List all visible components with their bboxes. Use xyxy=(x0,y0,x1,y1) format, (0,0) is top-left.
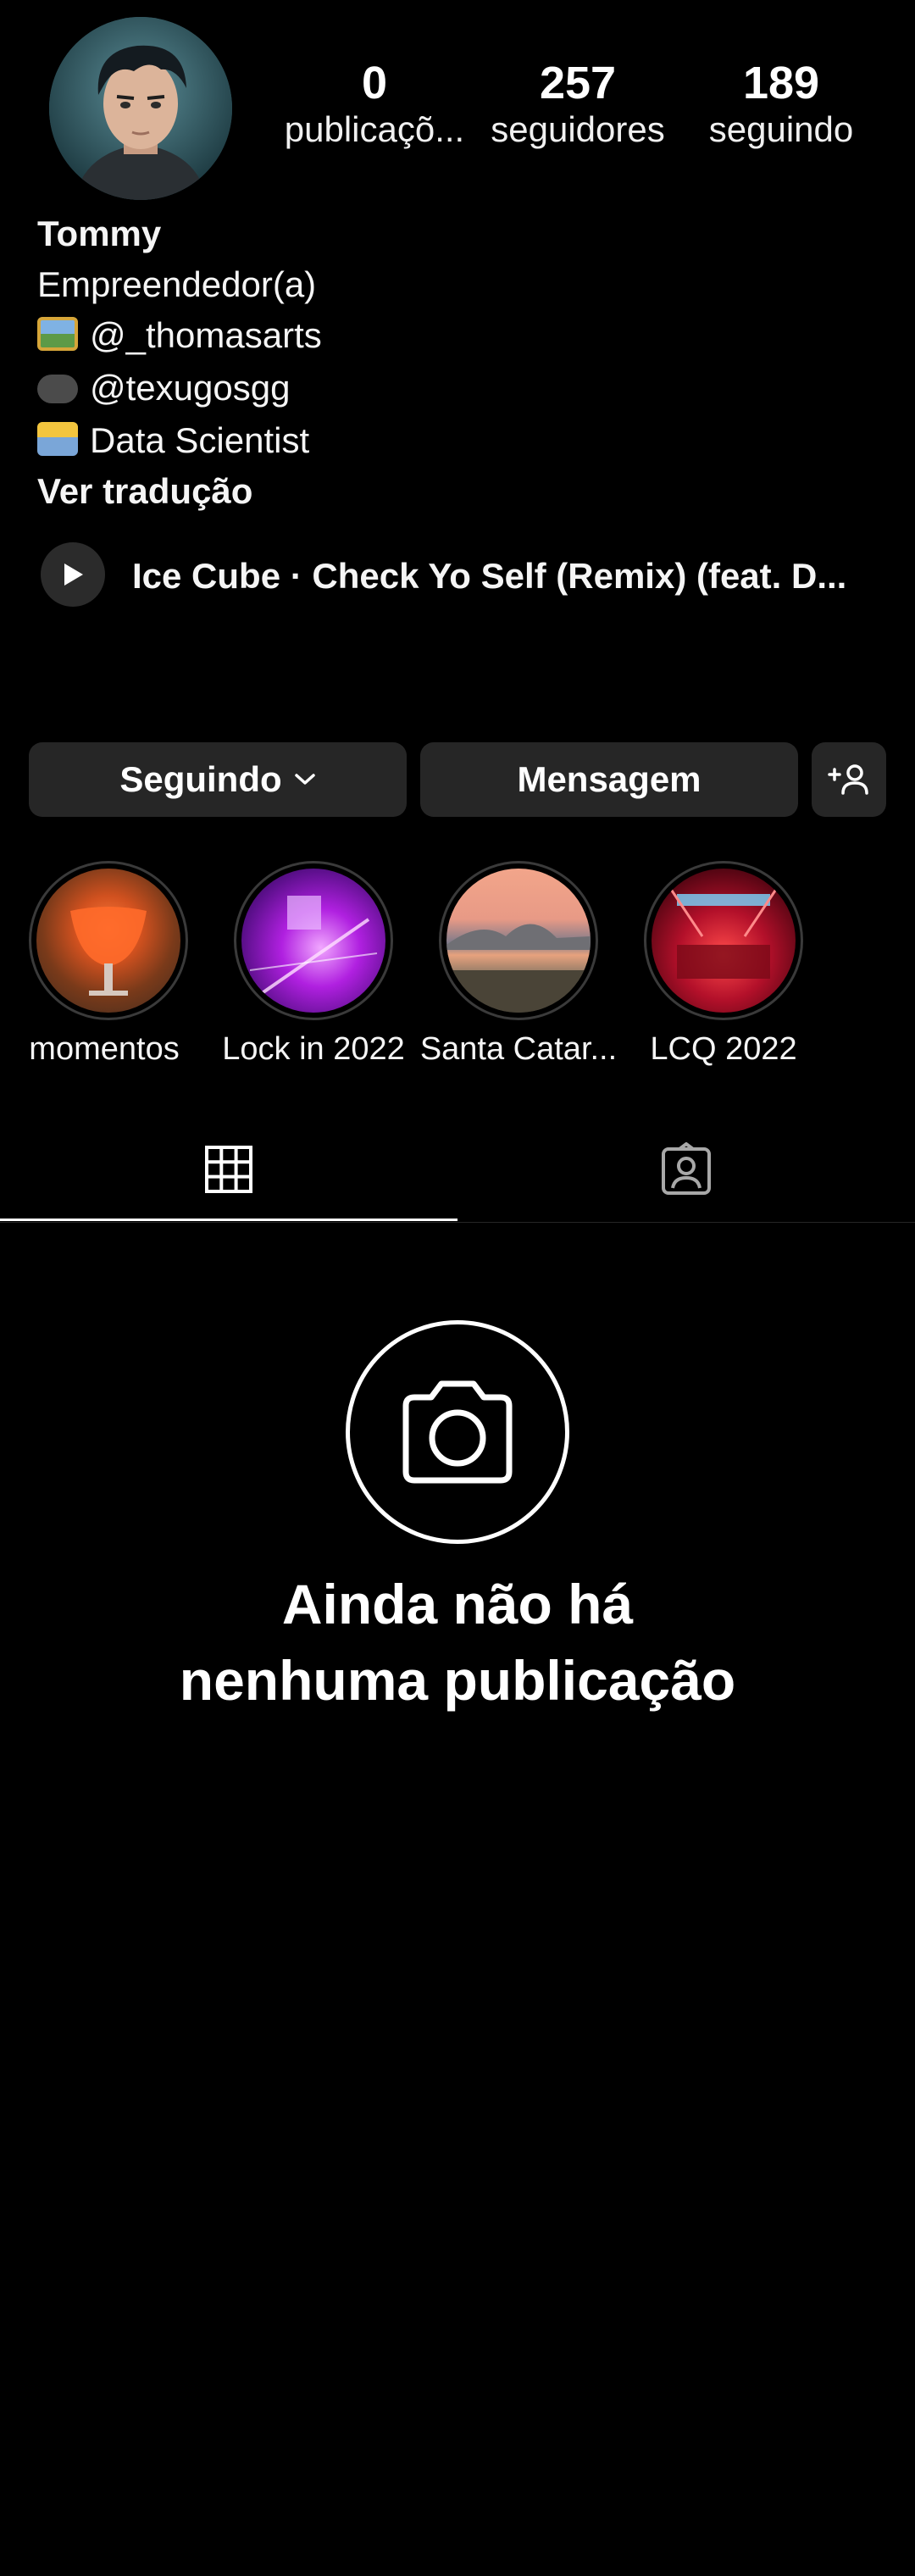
empty-state-camera xyxy=(346,1320,569,1544)
music-play-button[interactable] xyxy=(41,542,105,607)
highlight-label: Lock in 2022 xyxy=(222,1031,405,1067)
message-button[interactable]: Mensagem xyxy=(420,742,798,817)
grid-icon xyxy=(205,1146,252,1193)
avatar-image xyxy=(49,17,232,200)
stat-posts-label: publicaçõ... xyxy=(284,109,465,149)
highlight-label: Santa Catar... xyxy=(419,1031,618,1067)
bio-line-text: @_thomasarts xyxy=(90,315,322,355)
empty-state-line-1: Ainda não há xyxy=(281,1573,634,1635)
chevron-down-icon xyxy=(294,774,315,785)
stat-following[interactable]: 189 seguindo xyxy=(679,58,883,151)
stat-followers-count: 257 xyxy=(539,58,617,108)
add-person-icon xyxy=(828,764,868,795)
framed-picture-emoji-icon xyxy=(37,317,78,351)
stat-followers-label: seguidores xyxy=(491,109,665,149)
tagged-icon xyxy=(662,1142,711,1195)
highlight-santa-catarina[interactable] xyxy=(439,861,598,1020)
highlight-ring xyxy=(234,861,393,1020)
tab-posts-grid[interactable] xyxy=(0,1127,458,1212)
stat-posts-count: 0 xyxy=(361,58,388,108)
highlight-ring xyxy=(439,861,598,1020)
tab-divider xyxy=(0,1222,915,1223)
music-track-title[interactable]: Ice Cube · Check Yo Self (Remix) (feat. … xyxy=(132,551,846,602)
active-tab-indicator xyxy=(0,1219,458,1221)
highlight-ring xyxy=(29,861,188,1020)
add-person-button[interactable] xyxy=(812,742,886,817)
video-game-emoji-icon xyxy=(37,375,78,403)
bio-line-text: Data Scientist xyxy=(90,420,310,460)
highlight-lock-in-2022[interactable] xyxy=(234,861,393,1020)
highlight-cover-image xyxy=(652,869,796,1013)
stat-followers[interactable]: 257 seguidores xyxy=(476,58,679,151)
technologist-emoji-icon xyxy=(37,422,78,456)
bio-line-1[interactable]: @_thomasarts xyxy=(37,310,322,361)
highlight-label: momentos xyxy=(29,1031,180,1067)
bio-line-text: @texugosgg xyxy=(90,368,291,408)
message-button-label: Mensagem xyxy=(517,759,702,799)
bio-line-3: Data Scientist xyxy=(37,415,309,466)
highlight-lcq-2022[interactable] xyxy=(644,861,803,1020)
stat-following-label: seguindo xyxy=(708,109,854,149)
highlight-cover-image xyxy=(446,869,591,1013)
highlight-cover-image xyxy=(241,869,385,1013)
see-translation-link[interactable]: Ver tradução xyxy=(37,466,252,517)
bio-line-0: Empreendedor(a) xyxy=(37,259,316,310)
highlight-cover-image xyxy=(36,869,180,1013)
play-icon xyxy=(64,564,83,586)
empty-state-title: Ainda não há nenhuma publicação xyxy=(0,1566,915,1718)
bio-line-text: Empreendedor(a) xyxy=(37,264,317,304)
tab-tagged[interactable] xyxy=(458,1127,915,1212)
stat-following-count: 189 xyxy=(742,58,820,108)
following-button[interactable]: Seguindo xyxy=(29,742,407,817)
highlight-label: LCQ 2022 xyxy=(650,1031,797,1067)
empty-state-line-2: nenhuma publicação xyxy=(179,1649,736,1712)
highlight-ring xyxy=(644,861,803,1020)
highlight-momentos[interactable] xyxy=(29,861,188,1020)
stat-posts[interactable]: 0 publicaçõ... xyxy=(273,58,476,151)
bio-line-2[interactable]: @texugosgg xyxy=(37,363,290,414)
following-button-label: Seguindo xyxy=(119,759,282,799)
camera-icon xyxy=(402,1380,513,1484)
profile-avatar[interactable] xyxy=(49,17,232,200)
profile-name: Tommy xyxy=(37,214,162,253)
